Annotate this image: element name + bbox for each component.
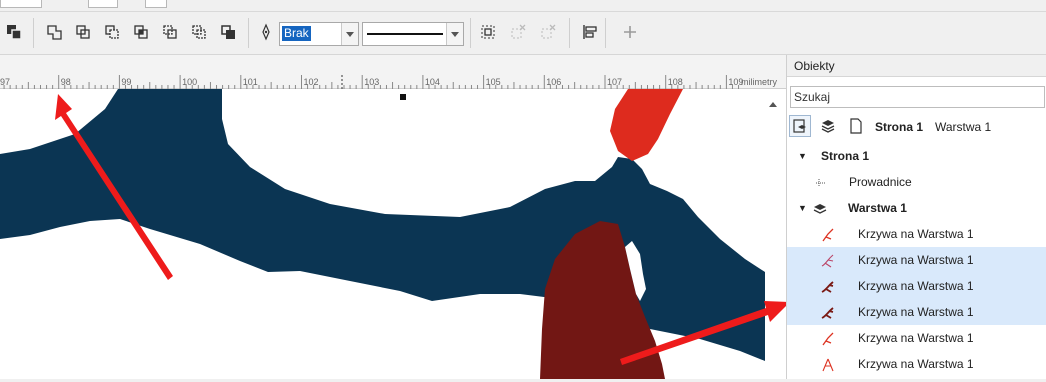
chevron-down-icon[interactable] (446, 23, 463, 45)
ruler-tick-label: 98 (60, 77, 71, 87)
tree-row-label: Prowadnice (849, 175, 912, 189)
objects-docker: Obiekty Szukaj Strona 1 Warstwa 1 ▼ Stron… (786, 55, 1046, 379)
tree-row[interactable]: Prowadnice (787, 169, 1046, 195)
tree-row[interactable]: Krzywa na Warstwa 1 (787, 325, 1046, 351)
trim-icon[interactable] (100, 20, 124, 44)
top-field[interactable] (145, 0, 167, 8)
tree-row-label: Krzywa na Warstwa 1 (858, 357, 974, 371)
layer-icon (812, 200, 828, 216)
ruler-tick-label: 97 (0, 77, 11, 87)
tree-row[interactable]: Krzywa na Warstwa 1 (787, 221, 1046, 247)
curve-red-icon (820, 226, 836, 242)
tree-row-label: Krzywa na Warstwa 1 (858, 305, 974, 319)
tree-row[interactable]: Krzywa na Warstwa 1 (787, 273, 1046, 299)
create-boundary-icon[interactable] (216, 20, 240, 44)
add-icon[interactable] (618, 20, 642, 44)
weld-icon[interactable] (71, 20, 95, 44)
ruler-tick-label: 108 (667, 77, 683, 87)
page-view-icon[interactable] (849, 118, 863, 137)
separator (33, 18, 34, 48)
tree-row-label: Krzywa na Warstwa 1 (858, 331, 974, 345)
expand-caret-icon[interactable]: ▼ (798, 195, 807, 221)
back-minus-front-icon[interactable] (2, 20, 26, 44)
red-curve-shape[interactable] (610, 89, 683, 161)
pen-icon[interactable] (254, 20, 278, 44)
curve-red-icon (820, 330, 836, 346)
combine-icon[interactable] (42, 20, 66, 44)
property-bar: Brak (0, 12, 1046, 55)
current-page-label: Strona 1 (875, 120, 924, 134)
top-field[interactable] (88, 0, 118, 8)
outline-width-value: Brak (282, 26, 311, 41)
ruler-unit-label: milimetry (741, 77, 777, 87)
front-minus-back-icon[interactable] (187, 20, 211, 44)
tree-row-label: Warstwa 1 (848, 201, 907, 215)
ruler-tick-label: 105 (485, 77, 501, 87)
top-menu-strip (0, 0, 1046, 12)
top-field (183, 0, 333, 7)
curve-darkred-icon (820, 278, 836, 294)
tree-row[interactable]: ▼ Strona 1 (787, 143, 1046, 169)
outline-width-select[interactable]: Brak (279, 22, 359, 46)
artwork (0, 89, 786, 379)
current-layer-label: Warstwa 1 (935, 120, 992, 134)
separator (248, 18, 249, 48)
guides-icon (813, 174, 829, 190)
simplify-icon[interactable] (158, 20, 182, 44)
view-options-row: Strona 1 Warstwa 1 (787, 115, 1046, 141)
search-input[interactable]: Szukaj (790, 86, 1045, 108)
separator (470, 18, 471, 48)
tree-row-label: Krzywa na Warstwa 1 (858, 227, 974, 241)
docker-title: Obiekty (787, 55, 1046, 77)
convert-to-curves-icon[interactable] (476, 20, 500, 44)
tree-row-label: Krzywa na Warstwa 1 (858, 253, 974, 267)
separator (569, 18, 570, 48)
intersect-icon[interactable] (129, 20, 153, 44)
ruler-tick-label: 107 (607, 77, 623, 87)
tree-row[interactable]: Krzywa na Warstwa 1 (787, 299, 1046, 325)
curve-pink-icon (820, 252, 836, 268)
chevron-down-icon[interactable] (341, 23, 358, 45)
ruler-tick-label: 100 (182, 77, 198, 87)
tree-row-label: Krzywa na Warstwa 1 (858, 279, 974, 293)
ruler-tick-label: 106 (546, 77, 562, 87)
expand-caret-icon[interactable]: ▼ (798, 143, 807, 169)
curve-darkred-icon (820, 304, 836, 320)
line-style-select[interactable] (362, 22, 464, 46)
tree-row[interactable]: ▼ Warstwa 1 (787, 195, 1046, 221)
ruler-tick-label: 104 (424, 77, 440, 87)
scroll-up-icon[interactable] (766, 97, 780, 111)
curve-red-outline-icon (820, 356, 836, 372)
horizontal-ruler: 97 98 99 100 101 102 103 104 105 106 107 108 109 mil… (0, 55, 786, 89)
drawing-canvas[interactable]: 97 98 99 100 101 102 103 104 105 106 107 108 109 mil… (0, 55, 786, 379)
line-style-preview (367, 33, 443, 35)
layers-view-icon[interactable] (820, 118, 836, 137)
selection-handle[interactable] (400, 94, 406, 100)
tree-row[interactable]: Krzywa na Warstwa 1 (787, 351, 1046, 377)
align-distribute-icon[interactable] (578, 20, 602, 44)
layer-manager-view-icon[interactable] (789, 115, 811, 137)
ruler-tick-label: 99 (121, 77, 132, 87)
separator (605, 18, 606, 48)
tree-row[interactable]: Krzywa na Warstwa 1 (787, 247, 1046, 273)
break-apart-icon (506, 20, 530, 44)
break-apart-disabled-icon (536, 20, 560, 44)
tree-row-label: Strona 1 (821, 149, 870, 163)
top-field[interactable] (0, 0, 42, 8)
ruler-tick-label: 101 (242, 77, 258, 87)
ruler-tick-label: 103 (364, 77, 380, 87)
ruler-tick-label: 102 (303, 77, 319, 87)
